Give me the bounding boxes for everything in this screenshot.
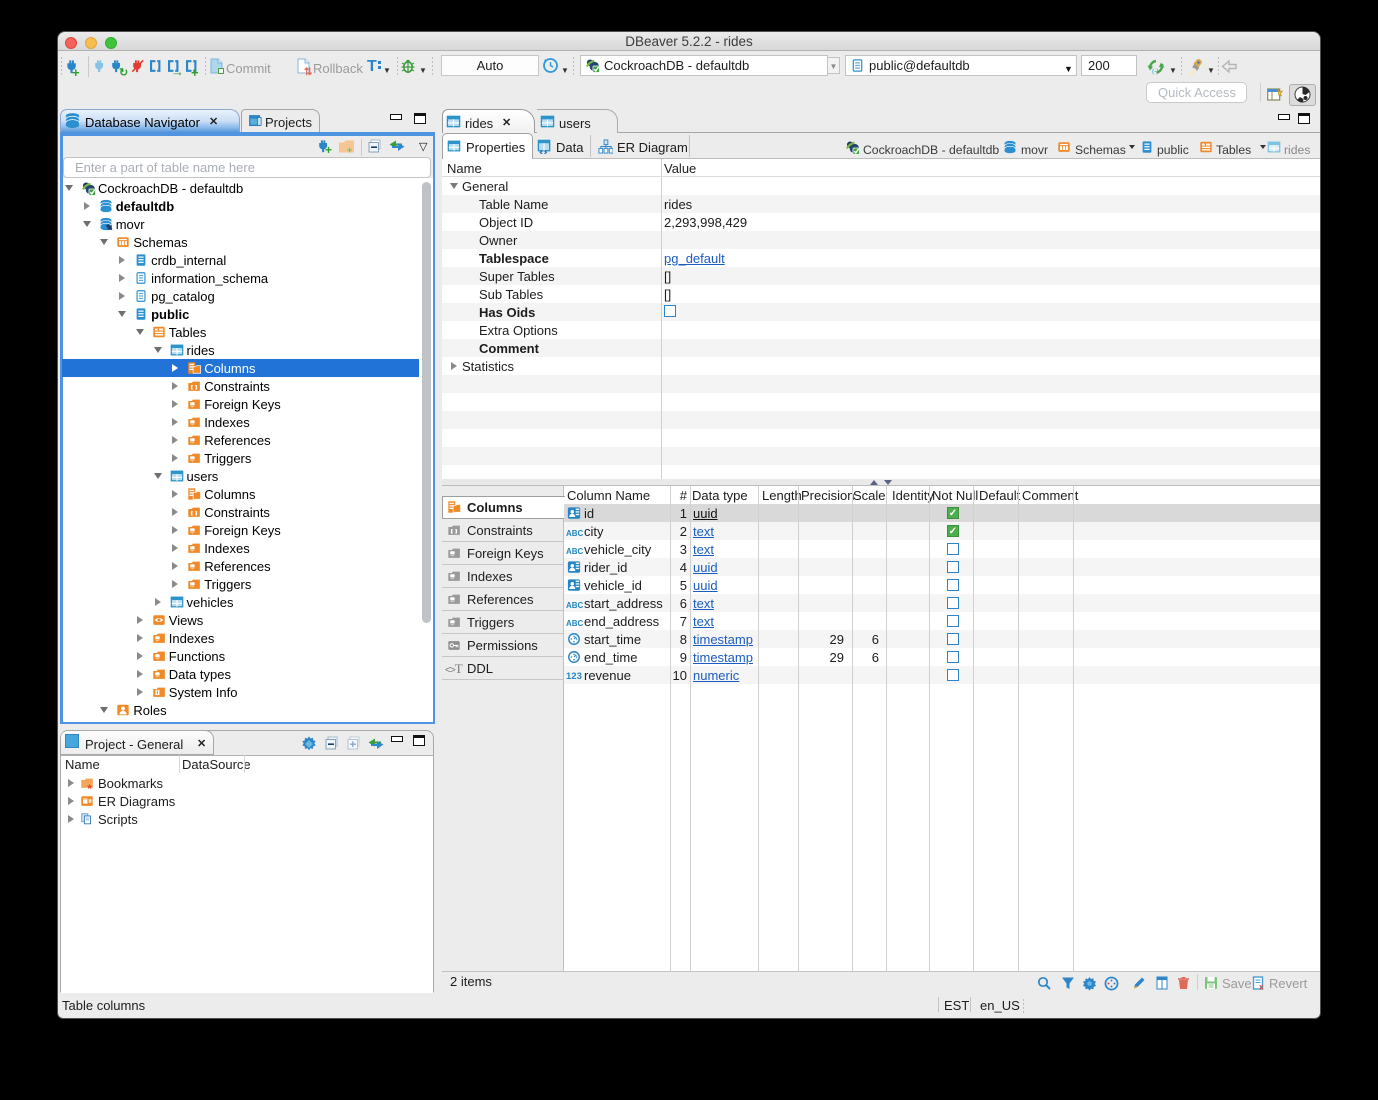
svg-text:(-): (-) xyxy=(1152,68,1159,75)
svg-text:+: + xyxy=(347,145,352,154)
svg-text:x: x xyxy=(1259,983,1264,991)
